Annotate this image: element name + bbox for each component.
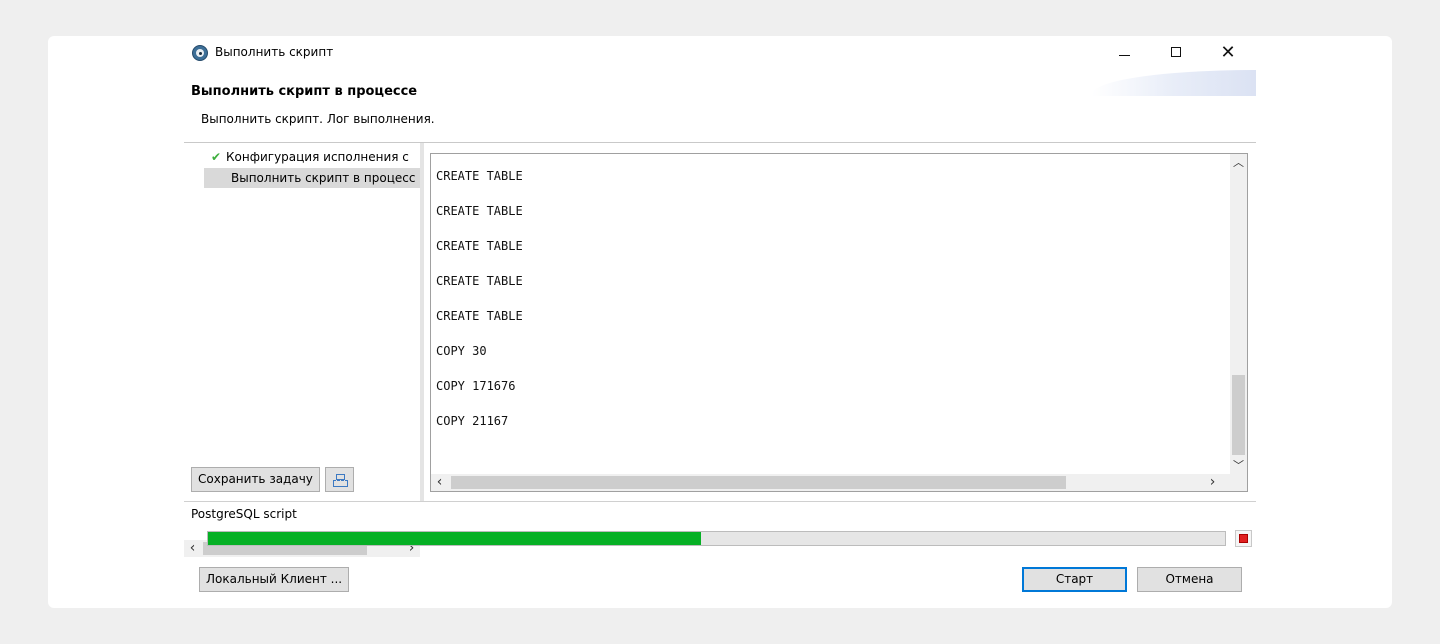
check-icon: ✔ [210, 150, 222, 164]
scrollbar-thumb[interactable] [451, 476, 1066, 489]
stop-button[interactable] [1235, 530, 1252, 547]
panel-splitter[interactable] [420, 143, 424, 501]
window-title: Выполнить скрипт [215, 45, 334, 59]
close-button[interactable]: ✕ [1205, 38, 1251, 66]
wizard-step-configuration[interactable]: ✔ Конфигурация исполнения с [204, 147, 420, 167]
task-name: PostgreSQL script [191, 507, 297, 521]
page-title: Выполнить скрипт в процессе [191, 84, 418, 99]
scrollbar-thumb[interactable] [1232, 375, 1245, 455]
execute-script-dialog: Выполнить скрипт ✕ Выполнить скрипт в пр… [184, 36, 1256, 608]
log-line: COPY 21167 [436, 414, 509, 428]
log-line: CREATE TABLE [436, 309, 523, 323]
log-horizontal-scrollbar[interactable]: ‹ › [431, 474, 1230, 491]
log-line: CREATE TABLE [436, 169, 523, 183]
progress-divider [184, 501, 1256, 502]
header-banner-graphic [1092, 70, 1256, 96]
log-line: COPY 171676 [436, 379, 516, 393]
log-lines: CREATE TABLE CREATE TABLE CREATE TABLE C… [436, 159, 1226, 469]
local-client-button[interactable]: Локальный Клиент ... [199, 567, 350, 592]
wizard-step-execute[interactable]: Выполнить скрипт в процесс [204, 168, 420, 188]
progress-bar [207, 531, 1226, 546]
maximize-icon [1171, 47, 1181, 57]
wizard-steps-panel: ✔ Конфигурация исполнения с Выполнить скр… [184, 143, 420, 557]
log-line: COPY 30 [436, 344, 487, 358]
minimize-icon [1118, 54, 1130, 56]
cancel-button[interactable]: Отмена [1137, 567, 1242, 592]
title-bar: Выполнить скрипт ✕ [184, 36, 1256, 68]
minimize-button[interactable] [1101, 38, 1147, 66]
close-icon: ✕ [1220, 41, 1236, 63]
execution-log[interactable]: CREATE TABLE CREATE TABLE CREATE TABLE C… [430, 153, 1248, 492]
wizard-step-label: Конфигурация исполнения с [226, 150, 409, 164]
task-tree-icon [332, 473, 348, 487]
scrollbar-corner [1230, 474, 1247, 491]
log-line: CREATE TABLE [436, 274, 523, 288]
app-icon [192, 45, 208, 61]
scroll-left-icon[interactable]: ‹ [431, 474, 448, 491]
log-line: CREATE TABLE [436, 204, 523, 218]
log-vertical-scrollbar[interactable]: ︿ ﹀ [1230, 154, 1247, 474]
maximize-button[interactable] [1153, 38, 1199, 66]
start-button[interactable]: Старт [1022, 567, 1127, 592]
scroll-left-icon[interactable]: ‹ [184, 540, 201, 557]
save-task-button[interactable]: Сохранить задачу [191, 467, 320, 492]
scroll-down-icon[interactable]: ﹀ [1230, 457, 1247, 474]
stop-icon [1239, 534, 1248, 543]
scroll-up-icon[interactable]: ︿ [1230, 154, 1247, 171]
log-line: CREATE TABLE [436, 239, 523, 253]
progress-fill [208, 532, 701, 545]
wizard-step-label: Выполнить скрипт в процесс [231, 171, 416, 185]
task-tree-button[interactable] [325, 467, 354, 492]
page-description: Выполнить скрипт. Лог выполнения. [201, 112, 435, 126]
scroll-right-icon[interactable]: › [1204, 474, 1221, 491]
